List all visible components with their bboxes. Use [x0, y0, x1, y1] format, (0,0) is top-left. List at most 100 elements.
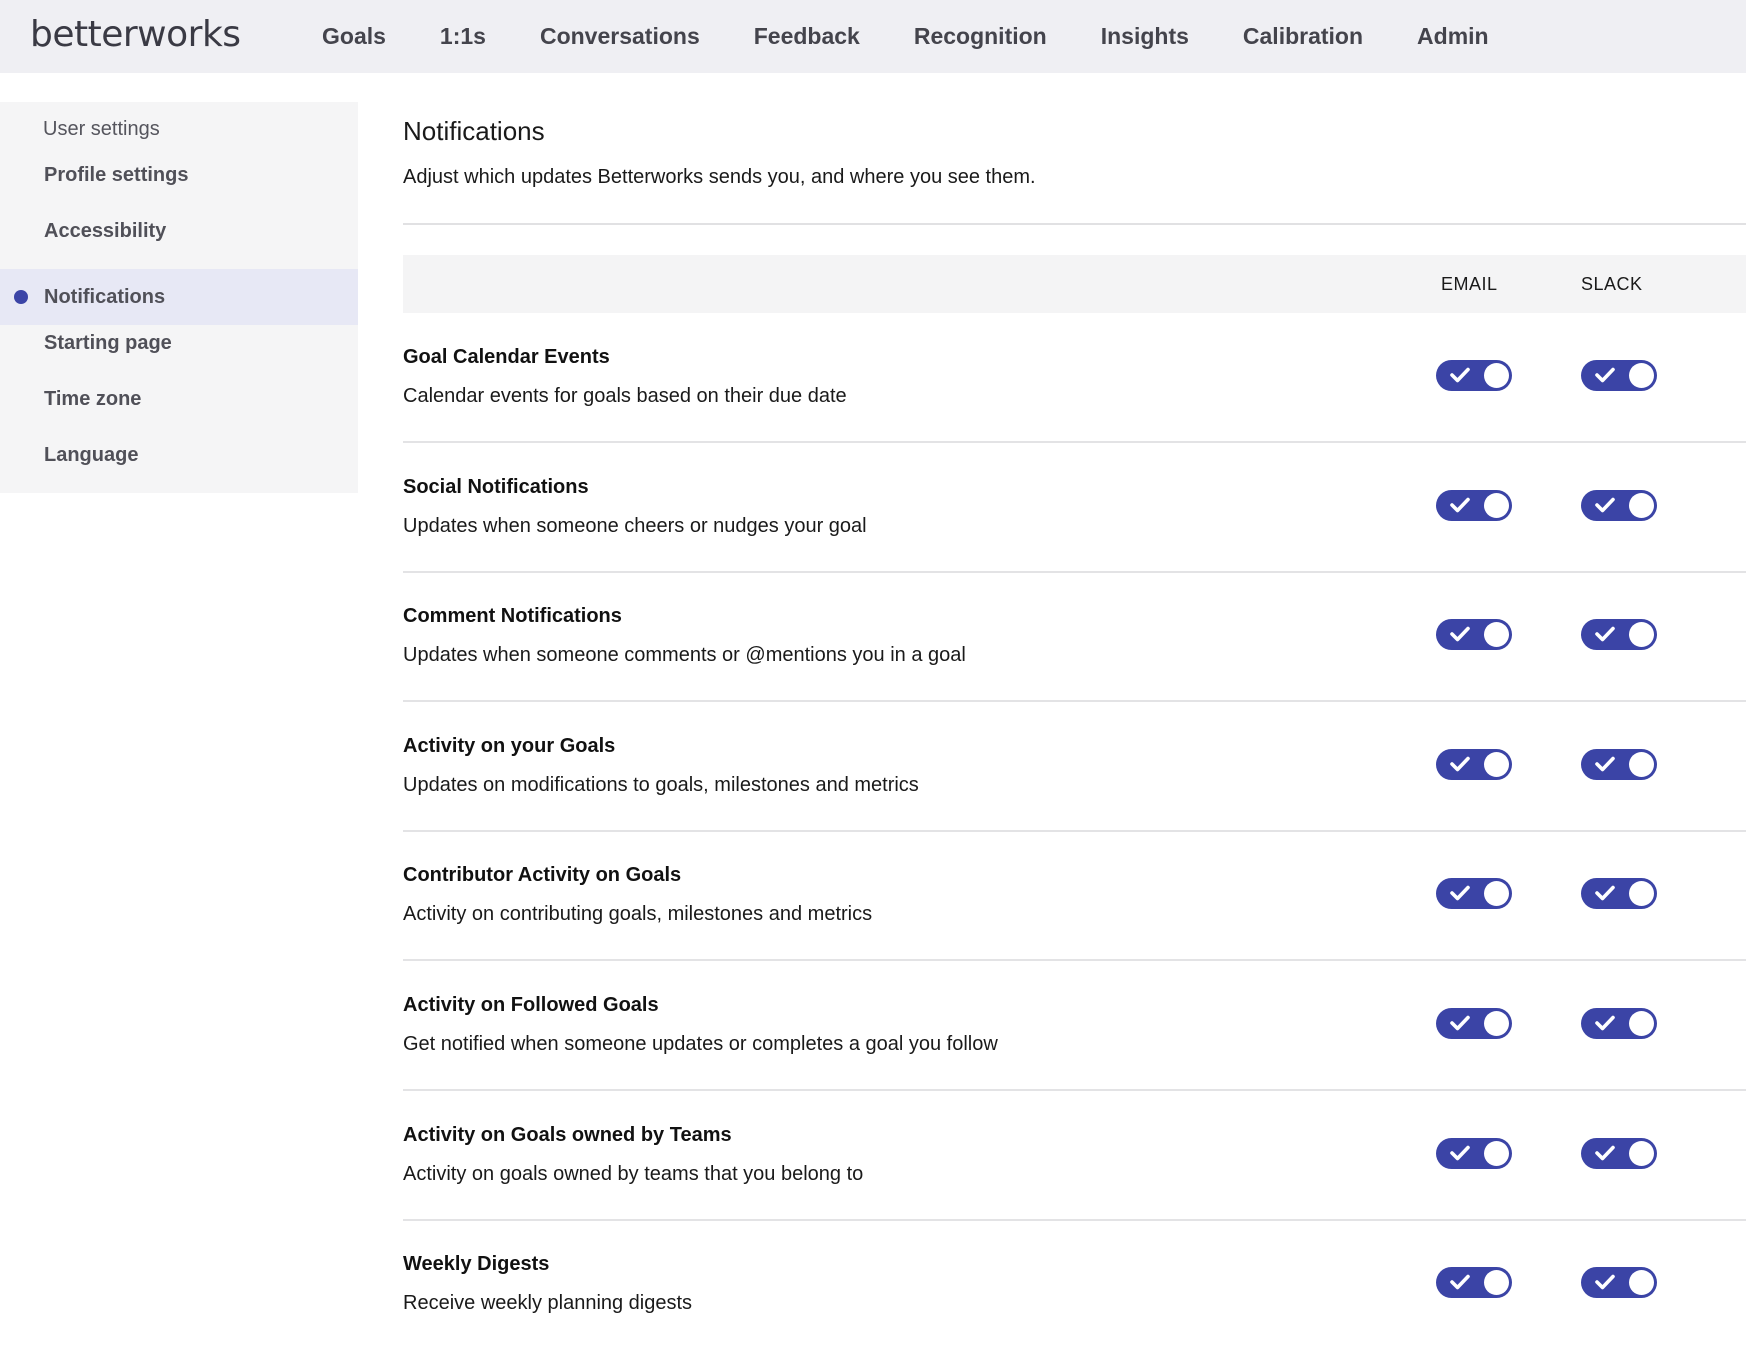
divider — [403, 223, 1746, 225]
notification-title: Activity on your Goals — [403, 734, 616, 757]
slack-toggle[interactable] — [1581, 1008, 1657, 1039]
checkmark-icon — [1450, 1015, 1470, 1031]
notification-title: Social Notifications — [403, 475, 589, 498]
toggle-knob — [1629, 1140, 1654, 1166]
sidebar-item-language[interactable]: Language — [0, 427, 358, 483]
email-toggle[interactable] — [1436, 748, 1512, 780]
nav-item-1on1s[interactable]: 1:1s — [440, 23, 486, 50]
slack-toggle[interactable] — [1581, 748, 1657, 780]
notification-row-7: Activity on Goals owned by Teams Activit… — [403, 1091, 1746, 1221]
toggle-knob — [1629, 881, 1654, 907]
checkmark-icon — [1450, 886, 1470, 901]
betterworks-logo[interactable]: betterworks — [30, 14, 241, 55]
email-toggle[interactable] — [1436, 360, 1512, 391]
notification-title: Comment Notifications — [403, 605, 622, 628]
notification-row-5: Contributor Activity on Goals Activity o… — [403, 831, 1746, 962]
nav-item-goals[interactable]: Goals — [322, 23, 386, 50]
checkmark-icon — [1595, 756, 1615, 772]
settings-sidebar: User settings Profile settings Accessibi… — [0, 102, 358, 493]
checkmark-icon — [1595, 497, 1615, 512]
nav-item-admin[interactable]: Admin — [1417, 23, 1489, 50]
toggle-knob — [1629, 622, 1654, 648]
sidebar-item-label: Notifications — [44, 285, 166, 308]
notification-title: Activity on Followed Goals — [403, 994, 659, 1016]
nav-item-feedback[interactable]: Feedback — [754, 23, 860, 50]
sidebar-item-label: Starting page — [44, 331, 172, 354]
checkmark-icon — [1595, 367, 1615, 383]
active-indicator-dot — [14, 290, 28, 304]
sidebar-item-label: Accessibility — [44, 219, 167, 242]
sidebar-item-label: Time zone — [44, 387, 142, 410]
main-nav: Goals 1:1s Conversations Feedback Recogn… — [322, 0, 1543, 73]
page-description: Adjust which updates Betterworks sends y… — [403, 166, 1036, 188]
notification-description: Updates on modifications to goals, miles… — [403, 773, 919, 796]
checkmark-icon — [1450, 1274, 1470, 1290]
email-toggle[interactable] — [1436, 489, 1512, 521]
checkmark-icon — [1450, 756, 1470, 772]
column-header-slack: SLACK — [1581, 274, 1643, 294]
checkmark-icon — [1450, 497, 1470, 512]
email-toggle[interactable] — [1436, 1267, 1512, 1299]
sidebar-item-time-zone[interactable]: Time zone — [0, 371, 358, 427]
notification-description: Calendar events for goals based on their… — [403, 385, 847, 407]
notification-title: Goal Calendar Events — [403, 346, 610, 368]
checkmark-icon — [1450, 367, 1470, 383]
sidebar-heading: User settings — [43, 118, 160, 140]
notification-row-6: Activity on Followed Goals Get notified … — [403, 961, 1746, 1091]
toggle-knob — [1484, 363, 1509, 388]
toggle-knob — [1484, 1270, 1509, 1296]
notification-row-2: Social Notifications Updates when someon… — [403, 443, 1746, 573]
notification-description: Activity on contributing goals, mileston… — [403, 903, 873, 926]
nav-item-insights[interactable]: Insights — [1101, 23, 1189, 50]
toggle-knob — [1484, 881, 1509, 907]
email-toggle[interactable] — [1436, 619, 1512, 651]
toggle-knob — [1484, 1011, 1509, 1036]
checkmark-icon — [1595, 1015, 1615, 1031]
checkmark-icon — [1595, 1145, 1615, 1160]
checkmark-icon — [1595, 886, 1615, 901]
nav-item-recognition[interactable]: Recognition — [914, 23, 1047, 50]
checkmark-icon — [1450, 626, 1470, 642]
email-toggle[interactable] — [1436, 1008, 1512, 1039]
toggle-knob — [1484, 751, 1509, 777]
notification-title: Weekly Digests — [403, 1253, 550, 1276]
slack-toggle[interactable] — [1581, 489, 1657, 521]
toggle-knob — [1629, 1270, 1654, 1296]
slack-toggle[interactable] — [1581, 878, 1657, 910]
top-nav-bar: betterworks Goals 1:1s Conversations Fee… — [0, 0, 1746, 73]
notification-title: Activity on Goals owned by Teams — [403, 1123, 732, 1146]
toggle-knob — [1629, 363, 1654, 388]
page-title: Notifications — [403, 116, 545, 146]
notification-description: Get notified when someone updates or com… — [403, 1033, 998, 1055]
notification-description: Receive weekly planning digests — [403, 1292, 693, 1315]
slack-toggle[interactable] — [1581, 619, 1657, 651]
toggle-knob — [1629, 1011, 1654, 1036]
slack-toggle[interactable] — [1581, 1267, 1657, 1299]
notification-row-3: Comment Notifications Updates when someo… — [403, 572, 1746, 703]
sidebar-item-accessibility[interactable]: Accessibility — [0, 203, 358, 259]
notification-description: Updates when someone comments or @mentio… — [403, 644, 966, 667]
sidebar-item-starting-page[interactable]: Starting page — [0, 315, 358, 371]
toggle-knob — [1484, 492, 1509, 518]
slack-toggle[interactable] — [1581, 360, 1657, 391]
notification-description: Updates when someone cheers or nudges yo… — [403, 514, 867, 537]
nav-item-calibration[interactable]: Calibration — [1243, 23, 1363, 50]
email-toggle[interactable] — [1436, 1137, 1512, 1169]
email-toggle[interactable] — [1436, 878, 1512, 910]
slack-toggle[interactable] — [1581, 1137, 1657, 1169]
toggle-knob — [1484, 622, 1509, 648]
toggle-knob — [1484, 1140, 1509, 1166]
notification-title: Contributor Activity on Goals — [403, 864, 682, 887]
toggle-knob — [1629, 751, 1654, 777]
sidebar-item-label: Profile settings — [44, 163, 189, 186]
table-header: EMAIL SLACK — [403, 255, 1746, 313]
notification-row-1: Goal Calendar Events Calendar events for… — [403, 313, 1746, 443]
checkmark-icon — [1595, 626, 1615, 642]
nav-item-conversations[interactable]: Conversations — [540, 23, 700, 50]
notification-description: Activity on goals owned by teams that yo… — [403, 1162, 864, 1185]
notification-row-4: Activity on your Goals Updates on modifi… — [403, 702, 1746, 832]
checkmark-icon — [1595, 1274, 1615, 1290]
sidebar-item-profile-settings[interactable]: Profile settings — [0, 147, 358, 203]
notification-row-8: Weekly Digests Receive weekly planning d… — [403, 1220, 1746, 1350]
checkmark-icon — [1450, 1145, 1470, 1160]
